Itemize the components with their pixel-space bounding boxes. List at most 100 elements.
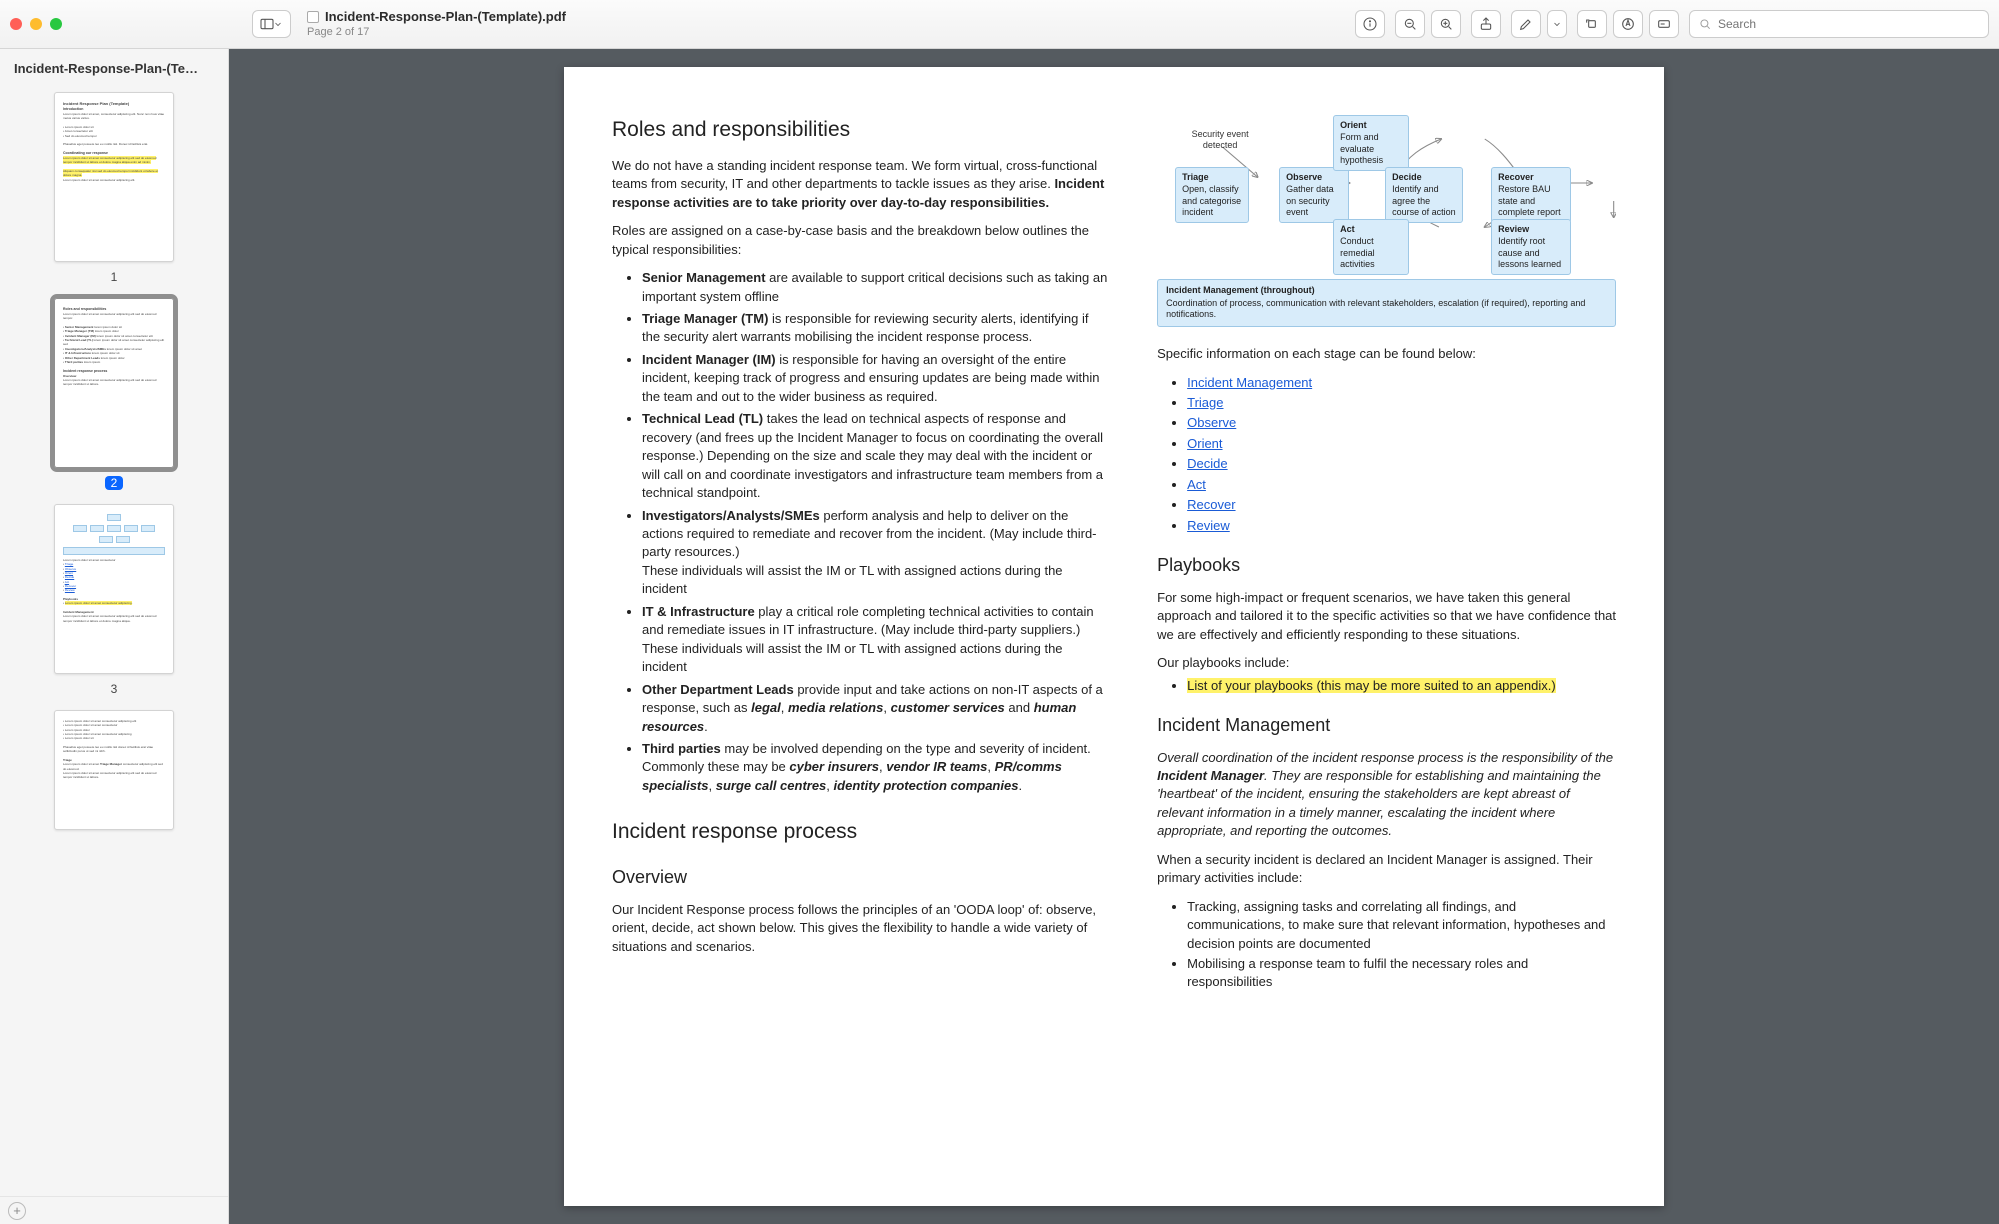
text: .: [704, 719, 708, 734]
text: ,: [987, 759, 994, 774]
playbooks-list: List of your playbooks (this may be more…: [1157, 677, 1616, 695]
chevron-down-icon: [1551, 16, 1563, 32]
thumbnail-list[interactable]: Incident Response Plan (Template) Introd…: [0, 80, 228, 1224]
link-recover[interactable]: Recover: [1187, 497, 1235, 512]
share-icon: [1478, 16, 1494, 32]
text-bold: Technical Lead (TL): [642, 411, 763, 426]
file-icon: [307, 11, 319, 23]
minimize-window-button[interactable]: [30, 18, 42, 30]
zoom-in-button[interactable]: [1431, 10, 1461, 38]
diagram-box-act: ActConduct remedial activities: [1333, 219, 1409, 275]
text: ,: [826, 778, 833, 793]
zoom-out-icon: [1402, 16, 1418, 32]
text: and: [1005, 700, 1034, 715]
list-item: Third parties may be involved depending …: [642, 740, 1109, 795]
list-item: Incident Manager (IM) is responsible for…: [642, 351, 1109, 406]
thumbnail-sidebar: Incident-Response-Plan-(Te… Incident Res…: [0, 49, 229, 1224]
diagram-box-observe: ObserveGather data on security event: [1279, 167, 1349, 223]
document-viewer[interactable]: Roles and responsibilities We do not hav…: [229, 49, 1999, 1224]
text: .: [1018, 778, 1022, 793]
heading-incident-management: Incident Management: [1157, 713, 1616, 739]
thumbnail-number: 1: [111, 270, 118, 284]
text: Restore BAU state and complete report: [1498, 184, 1561, 217]
text-bold: Senior Management: [642, 270, 766, 285]
list-item: Orient: [1187, 435, 1616, 453]
list-item: Tracking, assigning tasks and correlatin…: [1187, 898, 1616, 953]
rotate-button[interactable]: [1577, 10, 1607, 38]
list-item: Technical Lead (TL) takes the lead on te…: [642, 410, 1109, 502]
document-title-area: Incident-Response-Plan-(Template).pdf Pa…: [307, 10, 566, 38]
list-item: Incident Management: [1187, 374, 1616, 392]
list-item: List of your playbooks (this may be more…: [1187, 677, 1616, 695]
markup-button[interactable]: [1613, 10, 1643, 38]
text-bold: Orient: [1340, 120, 1402, 131]
text: ,: [709, 778, 716, 793]
text-italic: legal: [751, 700, 781, 715]
list-item: Decide: [1187, 455, 1616, 473]
list-item: Triage: [1187, 394, 1616, 412]
highlighted-text: List of your playbooks (this may be more…: [1187, 678, 1556, 693]
sidebar-footer: +: [0, 1196, 228, 1224]
share-button[interactable]: [1471, 10, 1501, 38]
link-review[interactable]: Review: [1187, 518, 1230, 533]
info-icon: [1362, 16, 1378, 32]
text-bold: Investigators/Analysts/SMEs: [642, 508, 820, 523]
thumbnail-page-1[interactable]: Incident Response Plan (Template) Introd…: [0, 92, 228, 284]
search-input[interactable]: [1718, 17, 1980, 31]
search-icon: [1698, 17, 1712, 31]
paragraph: Our Incident Response process follows th…: [612, 901, 1109, 956]
search-field[interactable]: [1689, 10, 1989, 38]
text: Form and evaluate hypothesis: [1340, 132, 1383, 165]
add-page-button[interactable]: +: [8, 1202, 26, 1220]
sidebar-toggle-button[interactable]: [252, 10, 291, 38]
text-italic: identity protection companies: [834, 778, 1019, 793]
info-button[interactable]: [1355, 10, 1385, 38]
link-observe[interactable]: Observe: [1187, 415, 1236, 430]
link-act[interactable]: Act: [1187, 477, 1206, 492]
paragraph: Our playbooks include:: [1157, 654, 1616, 672]
thumbnail-number: 3: [111, 682, 118, 696]
diagram-box-review: ReviewIdentify root cause and lessons le…: [1491, 219, 1571, 275]
rotate-icon: [1584, 16, 1600, 32]
window-controls: [10, 18, 62, 30]
thumbnail-preview: Lorem ipsum dolor sit amet consectetur •…: [54, 504, 174, 674]
text-italic: cyber insurers: [789, 759, 879, 774]
text-italic: surge call centres: [716, 778, 827, 793]
highlight-menu-button[interactable]: [1547, 10, 1567, 38]
thumbnail-preview: • Lorem ipsum dolor sit amet consectetur…: [54, 710, 174, 830]
form-button[interactable]: [1649, 10, 1679, 38]
text: Gather data on security event: [1286, 184, 1334, 217]
text-bold: IT & Infrastructure: [642, 604, 755, 619]
highlight-button[interactable]: [1511, 10, 1541, 38]
link-triage[interactable]: Triage: [1187, 395, 1223, 410]
stage-links: Incident Management Triage Observe Orien…: [1157, 374, 1616, 536]
list-item: Review: [1187, 517, 1616, 535]
zoom-window-button[interactable]: [50, 18, 62, 30]
ooda-diagram: Security event detected TriageOpen, clas…: [1157, 111, 1616, 271]
text-bold: Other Department Leads: [642, 682, 794, 697]
text-bold: Observe: [1286, 172, 1342, 183]
text: Identify root cause and lessons learned: [1498, 236, 1561, 269]
link-orient[interactable]: Orient: [1187, 436, 1222, 451]
link-decide[interactable]: Decide: [1187, 456, 1227, 471]
text: Coordination of process, communication w…: [1166, 298, 1585, 320]
text-bold: Review: [1498, 224, 1564, 235]
thumbnail-page-3[interactable]: Lorem ipsum dolor sit amet consectetur •…: [0, 504, 228, 696]
zoom-out-button[interactable]: [1395, 10, 1425, 38]
form-icon: [1656, 16, 1672, 32]
list-item: Observe: [1187, 414, 1616, 432]
link-incident-management[interactable]: Incident Management: [1187, 375, 1312, 390]
paragraph: We do not have a standing incident respo…: [612, 157, 1109, 212]
document-filename: Incident-Response-Plan-(Template).pdf: [325, 10, 566, 24]
list-item: Mobilising a response team to fulfil the…: [1187, 955, 1616, 992]
text-bold: Triage Manager (TM): [642, 311, 768, 326]
titlebar: Incident-Response-Plan-(Template).pdf Pa…: [0, 0, 1999, 49]
body: Incident-Response-Plan-(Te… Incident Res…: [0, 49, 1999, 1224]
diagram-box-recover: RecoverRestore BAU state and complete re…: [1491, 167, 1571, 223]
close-window-button[interactable]: [10, 18, 22, 30]
text: Open, classify and categorise incident: [1182, 184, 1241, 217]
text: These individuals will assist the IM or …: [642, 563, 1063, 596]
thumbnail-page-2[interactable]: Roles and responsibilities Lorem ipsum d…: [0, 298, 228, 490]
thumbnail-page-4[interactable]: • Lorem ipsum dolor sit amet consectetur…: [0, 710, 228, 830]
text-italic: media relations: [788, 700, 883, 715]
